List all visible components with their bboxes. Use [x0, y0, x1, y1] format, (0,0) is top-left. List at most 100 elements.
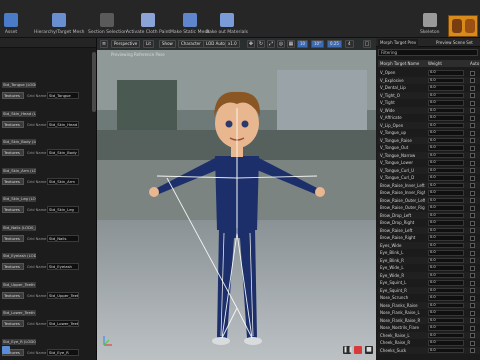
- morph-target-weight-field[interactable]: 0.0: [428, 280, 464, 286]
- morph-target-row[interactable]: Brow_Raise_Inner_Right 0.0: [378, 189, 480, 197]
- auto-checkbox[interactable]: [470, 310, 475, 316]
- morph-target-weight-field[interactable]: 0.0: [428, 347, 464, 353]
- auto-checkbox[interactable]: [470, 138, 475, 143]
- morph-target-row[interactable]: Nose_Scrunch 0.0: [378, 294, 480, 302]
- morph-target-row[interactable]: V_Tongue_Lower 0.0: [378, 159, 480, 167]
- texture-dropdown[interactable]: Textures: [2, 177, 24, 185]
- morph-target-weight-field[interactable]: 0.0: [428, 197, 464, 203]
- morph-target-row[interactable]: Nose_Nostrils_Flare 0.0: [378, 324, 480, 332]
- auto-checkbox[interactable]: [470, 265, 475, 271]
- camera-speed-button[interactable]: 4: [345, 40, 354, 48]
- rotate-icon[interactable]: ↻: [257, 40, 265, 48]
- morph-target-weight-field[interactable]: 0.0: [428, 145, 464, 151]
- auto-checkbox[interactable]: [470, 333, 475, 338]
- auto-checkbox[interactable]: [470, 93, 475, 98]
- preview-viewport[interactable]: ≡ Perspective Lit Show Character LOD Aut…: [97, 38, 376, 360]
- texture-dropdown[interactable]: Textures: [2, 234, 24, 242]
- grid-name-field[interactable]: Std_Upper_Teeth: [47, 291, 79, 299]
- morph-target-row[interactable]: Brow_Raise_Inner_Left 0.0: [378, 181, 480, 189]
- scale-snap-button[interactable]: 0.25: [327, 40, 342, 48]
- morph-target-row[interactable]: Eye_Squint_R 0.0: [378, 286, 480, 294]
- material-slot-header[interactable]: Std_Skin_Head (LOD0_S: [2, 110, 36, 117]
- surface-snap-icon[interactable]: ▦: [287, 40, 295, 48]
- morph-target-search-input[interactable]: Filtering: [378, 49, 478, 56]
- grid-name-field[interactable]: Std_Eyelash: [47, 263, 79, 270]
- material-slot-header[interactable]: Std_Tongue (LOD0_Sect: [2, 82, 36, 88]
- left-panel-scrollbar[interactable]: [92, 52, 96, 112]
- morph-target-weight-field[interactable]: 0.0: [428, 167, 464, 173]
- grid-name-field[interactable]: Std_Skin_Head: [47, 120, 79, 128]
- morph-target-weight-field[interactable]: 0.0: [428, 212, 464, 218]
- auto-checkbox[interactable]: [470, 168, 475, 173]
- material-slot-header[interactable]: Std_Skin_Body (LOD0_S: [2, 139, 36, 145]
- morph-target-weight-field[interactable]: 0.0: [428, 325, 464, 331]
- auto-checkbox[interactable]: [470, 303, 475, 308]
- auto-checkbox[interactable]: [470, 78, 475, 83]
- morph-target-weight-field[interactable]: 0.0: [428, 227, 464, 233]
- morph-target-weight-field[interactable]: 0.0: [428, 257, 464, 263]
- show-button[interactable]: Show: [159, 40, 176, 48]
- auto-checkbox[interactable]: [470, 243, 475, 248]
- morph-target-row[interactable]: V_Wide 0.0: [378, 106, 480, 114]
- lit-button[interactable]: Lit: [143, 40, 154, 48]
- morph-target-weight-field[interactable]: 0.0: [428, 220, 464, 226]
- auto-checkbox[interactable]: [470, 288, 475, 293]
- morph-target-row[interactable]: V_Dental_Lip 0.0: [378, 84, 480, 92]
- auto-checkbox[interactable]: [470, 130, 475, 136]
- maximize-icon[interactable]: □: [363, 40, 371, 48]
- auto-checkbox[interactable]: [470, 258, 475, 263]
- morph-target-row[interactable]: Eye_Wide_L 0.0: [378, 264, 480, 272]
- morph-target-weight-field[interactable]: 0.0: [428, 242, 464, 248]
- auto-checkbox[interactable]: [470, 220, 475, 226]
- morph-target-row[interactable]: V_Tight 0.0: [378, 99, 480, 107]
- morph-target-weight-field[interactable]: 0.0: [428, 160, 464, 166]
- auto-checkbox[interactable]: [470, 295, 475, 301]
- grid-name-field[interactable]: Std_Eye_R: [47, 348, 79, 356]
- auto-checkbox[interactable]: [470, 228, 475, 233]
- auto-checkbox[interactable]: [470, 175, 475, 181]
- morph-target-row[interactable]: V_Open 0.0: [378, 69, 480, 77]
- material-slot-header[interactable]: Std_Skin_Arm (LOD0_Se: [2, 167, 36, 174]
- auto-checkbox[interactable]: [470, 183, 475, 188]
- toolbar-button-5[interactable]: Bake out Materials: [206, 3, 248, 37]
- morph-target-weight-field[interactable]: 0.0: [428, 302, 464, 308]
- auto-checkbox[interactable]: [470, 115, 475, 121]
- auto-checkbox[interactable]: [470, 100, 475, 106]
- morph-target-weight-field[interactable]: 0.0: [428, 92, 464, 98]
- morph-target-row[interactable]: Eye_Squint_L 0.0: [378, 279, 480, 287]
- tab-morph-target-preview[interactable]: Morph Target Prev: [378, 39, 419, 47]
- morph-target-row[interactable]: Brow_Raise_Right 0.0: [378, 234, 480, 242]
- texture-dropdown[interactable]: Textures: [2, 263, 24, 270]
- morph-target-weight-field[interactable]: 0.0: [428, 107, 464, 113]
- morph-target-row[interactable]: V_Tongue_Narrow 0.0: [378, 151, 480, 159]
- toolbar-button-3[interactable]: Activate Cloth Paint: [126, 3, 170, 37]
- morph-target-row[interactable]: Eye_Blink_L 0.0: [378, 249, 480, 257]
- auto-checkbox[interactable]: [470, 325, 475, 331]
- world-space-icon[interactable]: ◎: [277, 40, 285, 48]
- morph-target-weight-field[interactable]: 0.0: [428, 272, 464, 278]
- morph-target-weight-field[interactable]: 0.0: [428, 265, 464, 271]
- toolbar-button-4[interactable]: Make Static Mesh: [170, 3, 209, 37]
- morph-target-row[interactable]: Cheeks_Suck 0.0: [378, 346, 480, 354]
- texture-dropdown[interactable]: Textures: [2, 291, 24, 299]
- grid-name-field[interactable]: Std_Skin_Body: [47, 149, 79, 156]
- morph-target-row[interactable]: Brow_Raise_Outer_Left 0.0: [378, 196, 480, 204]
- auto-checkbox[interactable]: [470, 108, 475, 113]
- auto-checkbox[interactable]: [470, 70, 475, 76]
- grid-snap-button[interactable]: 10: [297, 40, 309, 48]
- morph-target-weight-field[interactable]: 0.0: [428, 152, 464, 158]
- texture-dropdown[interactable]: Textures: [2, 92, 24, 99]
- playback-speed-button[interactable]: x1.0: [225, 40, 240, 48]
- pause-button[interactable]: ❚❚: [343, 346, 353, 354]
- persona-switch-button[interactable]: [448, 15, 478, 37]
- material-slot-header[interactable]: Std_Eyelash (LOD0_Se: [2, 253, 36, 259]
- morph-target-row[interactable]: Brow_Drop_Right 0.0: [378, 219, 480, 227]
- translate-icon[interactable]: ✥: [247, 40, 255, 48]
- auto-column-header[interactable]: Auto: [470, 60, 479, 67]
- texture-dropdown[interactable]: Textures: [2, 320, 24, 327]
- morph-target-row[interactable]: Nose_Flank_Raise_L 0.0: [378, 309, 480, 317]
- morph-target-row[interactable]: V_Tongue_Curl_D 0.0: [378, 174, 480, 182]
- auto-checkbox[interactable]: [470, 235, 475, 241]
- morph-target-weight-field[interactable]: 0.0: [428, 77, 464, 83]
- morph-target-row[interactable]: V_Lip_Open 0.0: [378, 121, 480, 129]
